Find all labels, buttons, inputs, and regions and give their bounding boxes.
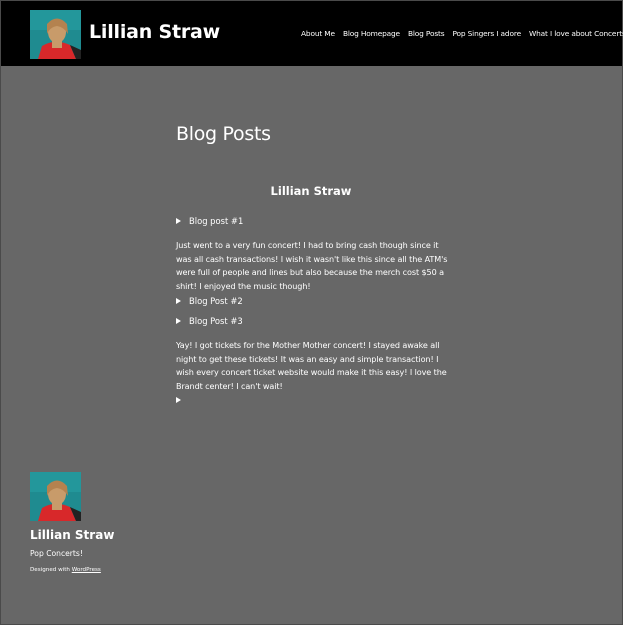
details-label-post-2: Blog Post #2	[189, 296, 243, 306]
triangle-right-icon	[176, 318, 181, 324]
footer-site-title[interactable]: Lillian Straw	[30, 528, 114, 542]
nav-item-concerts[interactable]: What I love about Concerts	[529, 29, 623, 38]
portrait-avatar-icon	[30, 10, 81, 59]
post-3-paragraph: Yay! I got tickets for the Mother Mother…	[176, 340, 447, 391]
details-post-1[interactable]: Blog post #1	[176, 216, 243, 226]
triangle-right-icon	[176, 218, 181, 224]
nav-item-blog-posts[interactable]: Blog Posts	[408, 29, 445, 38]
post-1-paragraph: Just went to a very fun concert! I had t…	[176, 240, 448, 291]
details-label-post-1: Blog post #1	[189, 216, 244, 226]
details-post-3[interactable]: Blog Post #3	[176, 316, 243, 326]
nav-item-blog-homepage[interactable]: Blog Homepage	[343, 29, 400, 38]
portrait-avatar-icon	[30, 472, 81, 521]
footer-credit: Designed with WordPress	[30, 567, 101, 573]
site-logo[interactable]	[30, 10, 81, 59]
wordpress-link[interactable]: WordPress	[72, 567, 101, 573]
details-empty[interactable]	[176, 397, 181, 403]
triangle-right-icon	[176, 397, 181, 403]
site-title[interactable]: Lillian Straw	[89, 21, 220, 43]
page-title: Blog Posts	[176, 123, 271, 145]
footer-credit-prefix: Designed with	[30, 567, 72, 573]
triangle-right-icon	[176, 298, 181, 304]
nav-item-about-me[interactable]: About Me	[301, 29, 335, 38]
details-post-2[interactable]: Blog Post #2	[176, 296, 243, 306]
nav-item-pop-singers[interactable]: Pop Singers I adore	[452, 29, 521, 38]
footer-tagline: Pop Concerts!	[30, 549, 83, 558]
primary-nav: About Me Blog Homepage Blog Posts Pop Si…	[301, 29, 623, 38]
post-author-heading: Lillian Straw	[270, 184, 352, 198]
details-label-post-3: Blog Post #3	[189, 316, 243, 326]
footer-logo[interactable]	[30, 472, 81, 521]
site-header: Lillian Straw About Me Blog Homepage Blo…	[1, 1, 623, 66]
